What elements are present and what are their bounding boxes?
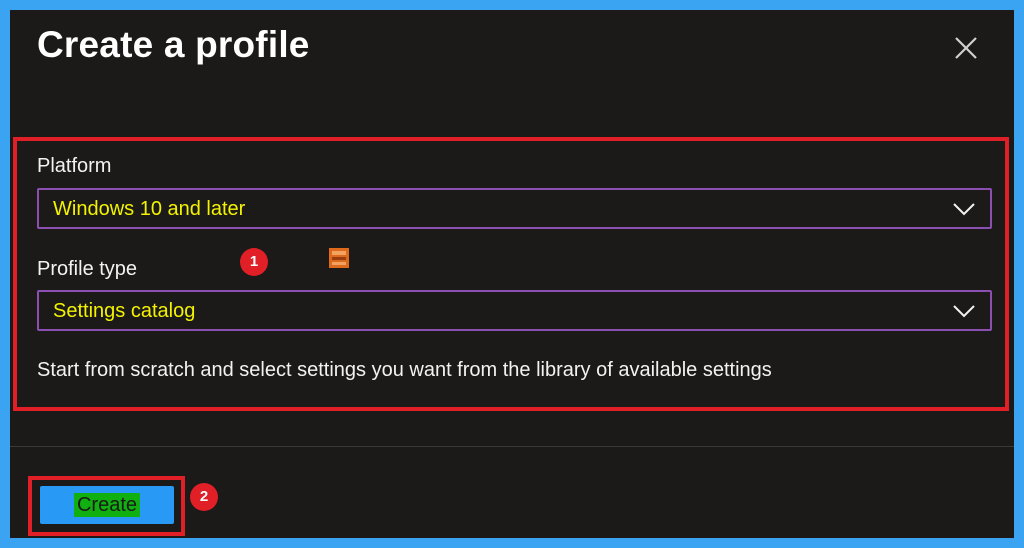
watermark-logo-icon xyxy=(329,248,349,268)
chevron-down-icon xyxy=(953,203,975,216)
create-profile-panel: Create a profile Platform Windows 10 and… xyxy=(10,10,1014,538)
profile-type-description: Start from scratch and select settings y… xyxy=(37,359,772,381)
create-button-label: Create xyxy=(73,493,141,517)
platform-label: Platform xyxy=(37,155,112,177)
footer-divider xyxy=(10,446,1014,447)
platform-dropdown[interactable]: Windows 10 and later xyxy=(37,188,992,229)
annotation-callout-1: 1 xyxy=(240,248,268,276)
annotation-callout-2: 2 xyxy=(190,483,218,511)
close-icon xyxy=(955,37,977,59)
profile-type-dropdown[interactable]: Settings catalog xyxy=(37,290,992,331)
create-button[interactable]: Create xyxy=(40,486,174,524)
chevron-down-icon xyxy=(953,305,975,318)
platform-selected-value: Windows 10 and later xyxy=(53,198,246,220)
profile-type-label: Profile type xyxy=(37,258,138,280)
close-button[interactable] xyxy=(948,30,984,66)
profile-type-selected-value: Settings catalog xyxy=(53,300,196,322)
page-title: Create a profile xyxy=(37,24,310,65)
